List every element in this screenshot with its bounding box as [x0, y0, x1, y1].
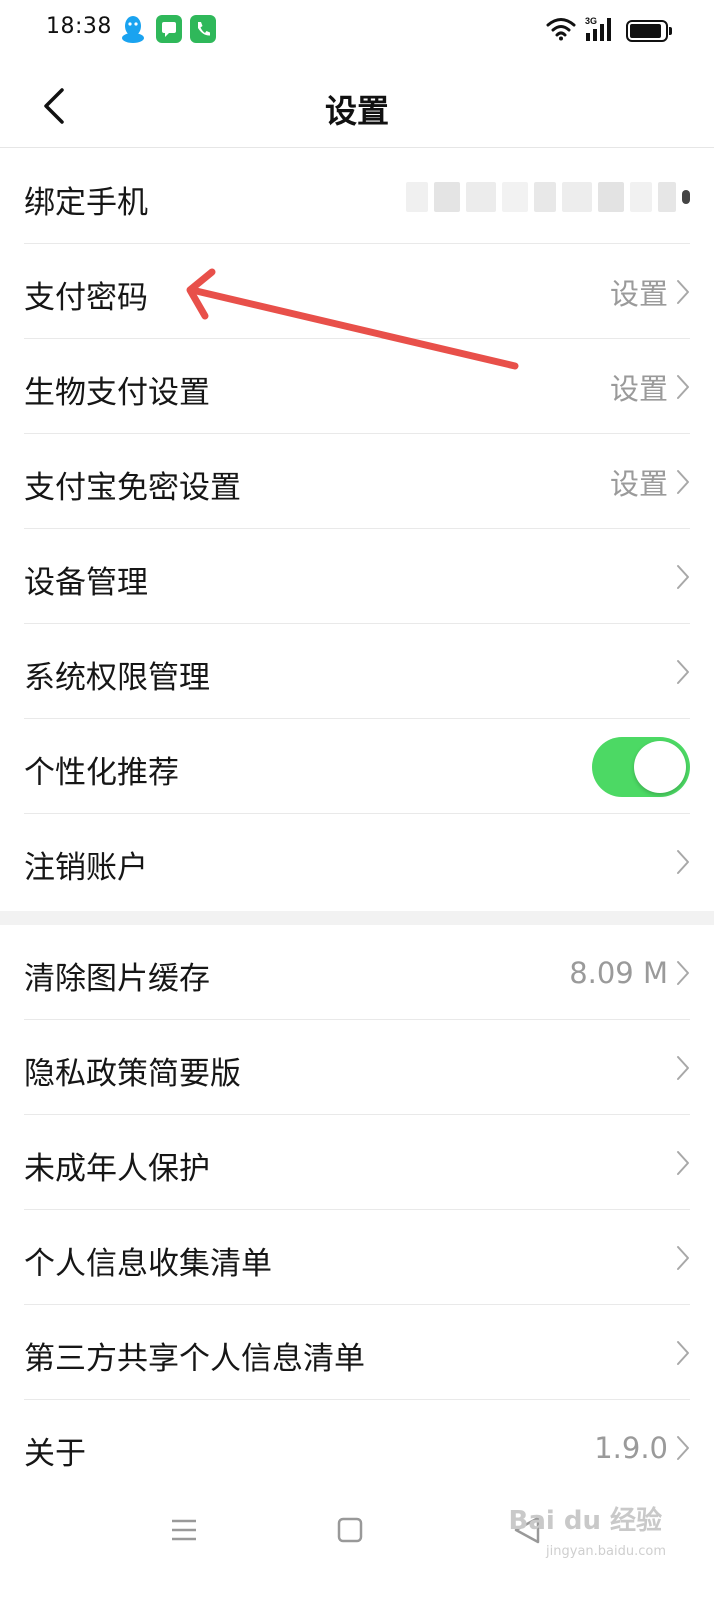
chevron-right-icon [677, 469, 689, 494]
settings-row-accessory [676, 624, 690, 719]
header: 设置 [0, 64, 714, 148]
chevron-right-icon [677, 564, 689, 589]
settings-row-accessory: 设置 [610, 434, 690, 529]
network-type-label: 3G [585, 16, 597, 26]
chevron-right-icon [677, 374, 689, 399]
chevron-right-icon [677, 1435, 689, 1460]
settings-row-accessory: 设置 [610, 244, 690, 339]
settings-row-accessory: 8.09 M [569, 925, 690, 1020]
settings-row-accessory [592, 719, 690, 814]
settings-row[interactable]: 注销账户 [24, 814, 690, 909]
settings-group-account: 绑定手机 支付密码 设置 生物支付设置 设置 支付宝免密设置 设置 设备管理 系统权限管理 个性化… [0, 149, 714, 909]
settings-row-label: 注销账户 [24, 850, 148, 886]
settings-row-value: 设置 [609, 371, 668, 406]
settings-row-accessory [676, 1305, 690, 1400]
chevron-right-icon [677, 1055, 689, 1080]
settings-row-label: 绑定手机 [24, 185, 148, 221]
recommendation-toggle[interactable] [592, 736, 690, 797]
signal-icon: 3G [584, 15, 618, 47]
settings-row-label: 隐私政策简要版 [24, 1056, 241, 1092]
battery-level [630, 24, 661, 38]
settings-row-accessory [406, 149, 690, 244]
settings-group-general: 清除图片缓存 8.09 M 隐私政策简要版 未成年人保护个人信息收集清单第三方共享个人… [0, 925, 714, 1495]
chevron-right-icon [677, 659, 689, 684]
settings-row-value: 1.9.0 [594, 1430, 668, 1465]
section-divider [0, 911, 714, 925]
settings-row[interactable]: 个性化推荐 [24, 719, 690, 814]
settings-row-value: 设置 [609, 466, 668, 501]
settings-row-label: 设备管理 [24, 565, 148, 601]
settings-row[interactable]: 绑定手机 [24, 149, 690, 244]
page-title: 设置 [324, 92, 389, 130]
settings-row[interactable]: 生物支付设置 设置 [24, 339, 690, 434]
settings-row[interactable]: 清除图片缓存 8.09 M [24, 925, 690, 1020]
chevron-right-icon [677, 849, 689, 874]
message-icon [156, 15, 182, 43]
toggle-knob [634, 740, 686, 793]
settings-row[interactable]: 隐私政策简要版 [24, 1020, 690, 1115]
qq-icon [120, 15, 146, 43]
settings-row-label: 支付宝免密设置 [24, 470, 241, 506]
menu-icon[interactable] [154, 1500, 214, 1560]
settings-row[interactable]: 支付宝免密设置 设置 [24, 434, 690, 529]
settings-row-accessory [676, 529, 690, 624]
chevron-right-icon [677, 1150, 689, 1175]
watermark-subtext: jingyan.baidu.com [546, 1544, 666, 1559]
status-time: 18:38 [46, 14, 112, 39]
settings-row-label: 生物支付设置 [24, 375, 210, 411]
settings-row-value: 8.09 M [569, 955, 668, 990]
settings-row[interactable]: 支付密码 设置 [24, 244, 690, 339]
chevron-right-icon [677, 1340, 689, 1365]
settings-screen: 18:38 3G 设置 绑定手机 支付密码 设置 生物支付设置 设置 支付宝免密… [0, 0, 714, 1600]
wifi-icon [546, 17, 576, 45]
settings-row[interactable]: 第三方共享个人信息清单 [24, 1305, 690, 1400]
settings-row[interactable]: 未成年人保护 [24, 1115, 690, 1210]
settings-row-label: 关于 [24, 1436, 86, 1472]
watermark: Bai du 经验 [508, 1506, 663, 1536]
settings-row-accessory [676, 1210, 690, 1305]
settings-row-label: 系统权限管理 [24, 660, 210, 696]
settings-row-accessory [676, 1020, 690, 1115]
settings-row-accessory [676, 814, 690, 909]
status-bar: 18:38 3G [0, 0, 714, 64]
home-icon[interactable] [320, 1500, 380, 1560]
settings-row-accessory: 1.9.0 [594, 1400, 690, 1495]
settings-row[interactable]: 个人信息收集清单 [24, 1210, 690, 1305]
settings-row-label: 支付密码 [24, 280, 148, 316]
settings-row-label: 个性化推荐 [24, 755, 179, 791]
settings-row-accessory: 设置 [610, 339, 690, 434]
status-right-icons: 3G [546, 14, 672, 48]
settings-row-label: 第三方共享个人信息清单 [24, 1341, 365, 1377]
phone-icon [190, 15, 216, 43]
chevron-right-icon [677, 1245, 689, 1270]
chevron-right-icon [677, 960, 689, 985]
settings-row-label: 个人信息收集清单 [24, 1246, 272, 1282]
settings-row-accessory [676, 1115, 690, 1210]
settings-row-label: 未成年人保护 [24, 1151, 210, 1187]
settings-row[interactable]: 关于 1.9.0 [24, 1400, 690, 1495]
settings-row-label: 清除图片缓存 [24, 961, 210, 997]
settings-row-value: 设置 [609, 276, 668, 311]
settings-row[interactable]: 系统权限管理 [24, 624, 690, 719]
chevron-right-icon [677, 279, 689, 304]
battery-icon [626, 20, 672, 42]
settings-row[interactable]: 设备管理 [24, 529, 690, 624]
masked-phone-number [406, 181, 690, 212]
